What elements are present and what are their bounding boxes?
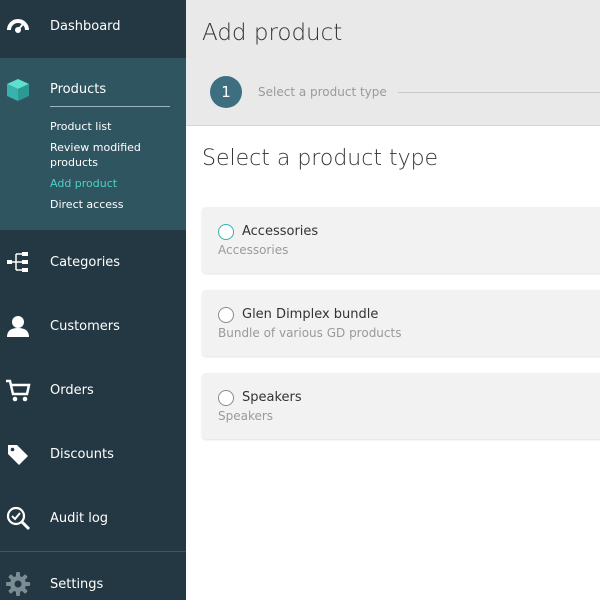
sidebar-item-label: Products — [50, 82, 107, 97]
radio-button[interactable] — [218, 390, 234, 406]
step-label: Select a product type — [258, 85, 387, 99]
divider — [50, 106, 170, 107]
sidebar-item-discounts[interactable]: Discounts — [0, 422, 186, 486]
sidebar-item-label: Orders — [50, 382, 94, 398]
sidebar-item-label: Settings — [50, 576, 104, 592]
option-name: Accessories — [242, 224, 319, 239]
sidebar-item-audit-log[interactable]: Audit log — [0, 486, 186, 550]
option-description: Speakers — [218, 409, 274, 423]
page-header: Add product 1 Select a product type — [186, 0, 600, 126]
sidebar-item-settings[interactable]: Settings — [0, 552, 186, 600]
sidebar-item-dashboard[interactable]: Dashboard — [0, 0, 186, 58]
option-description: Accessories — [218, 243, 289, 257]
magnifier-check-icon — [5, 505, 31, 531]
hierarchy-icon — [5, 249, 31, 275]
cart-icon — [5, 377, 31, 403]
step-progress-line — [398, 92, 600, 93]
user-icon — [5, 313, 31, 339]
section-title: Select a product type — [202, 146, 439, 171]
sidebar-item-products[interactable]: Products Product list Review modified pr… — [0, 58, 186, 230]
radio-button[interactable] — [218, 307, 234, 323]
option-name: Glen Dimplex bundle — [242, 307, 379, 322]
page-title: Add product — [202, 20, 343, 46]
sidebar-item-label: Categories — [50, 254, 121, 270]
sidebar-item-customers[interactable]: Customers — [0, 294, 186, 358]
sidebar-item-label: Audit log — [50, 510, 109, 526]
sidebar-subitem-review-modified[interactable]: Review modified products — [50, 140, 160, 170]
sidebar-item-label: Discounts — [50, 446, 114, 462]
sidebar-item-categories[interactable]: Categories — [0, 230, 186, 294]
box-icon — [5, 77, 31, 103]
sidebar-subitem-direct-access[interactable]: Direct access — [50, 197, 160, 212]
sidebar: Dashboard Products Product list Review m… — [0, 0, 186, 600]
tags-icon — [5, 441, 31, 467]
product-type-option-speakers[interactable]: Speakers Speakers — [202, 373, 600, 439]
step-indicator: 1 — [210, 76, 242, 108]
product-type-option-glen-dimplex-bundle[interactable]: Glen Dimplex bundle Bundle of various GD… — [202, 290, 600, 356]
product-type-option-accessories[interactable]: Accessories Accessories — [202, 207, 600, 273]
sidebar-item-orders[interactable]: Orders — [0, 358, 186, 422]
gear-icon — [5, 571, 31, 597]
radio-button[interactable] — [218, 224, 234, 240]
speedometer-icon — [5, 13, 31, 39]
sidebar-subitem-product-list[interactable]: Product list — [50, 119, 160, 134]
main-content: Add product 1 Select a product type Sele… — [186, 0, 600, 600]
sidebar-subitem-add-product[interactable]: Add product — [50, 176, 160, 191]
option-name: Speakers — [242, 390, 302, 405]
option-description: Bundle of various GD products — [218, 326, 402, 340]
sidebar-item-label: Customers — [50, 318, 120, 334]
sidebar-item-label: Dashboard — [50, 18, 121, 34]
